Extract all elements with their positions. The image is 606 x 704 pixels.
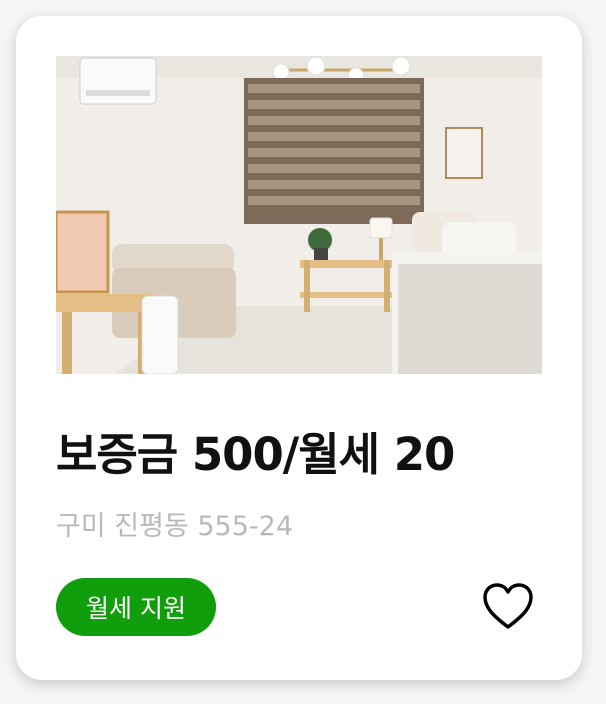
room-photo	[56, 56, 542, 374]
address-text: 구미 진평동 555-24	[56, 511, 293, 542]
price-title: 보증금 500/월세 20	[56, 428, 455, 481]
heart-outline-icon	[482, 582, 534, 632]
rent-support-badge[interactable]: 월세 지원	[56, 578, 216, 636]
listing-card[interactable]: 보증금 500/월세 20 구미 진평동 555-24 월세 지원	[16, 16, 582, 680]
favorite-button[interactable]	[482, 582, 534, 632]
